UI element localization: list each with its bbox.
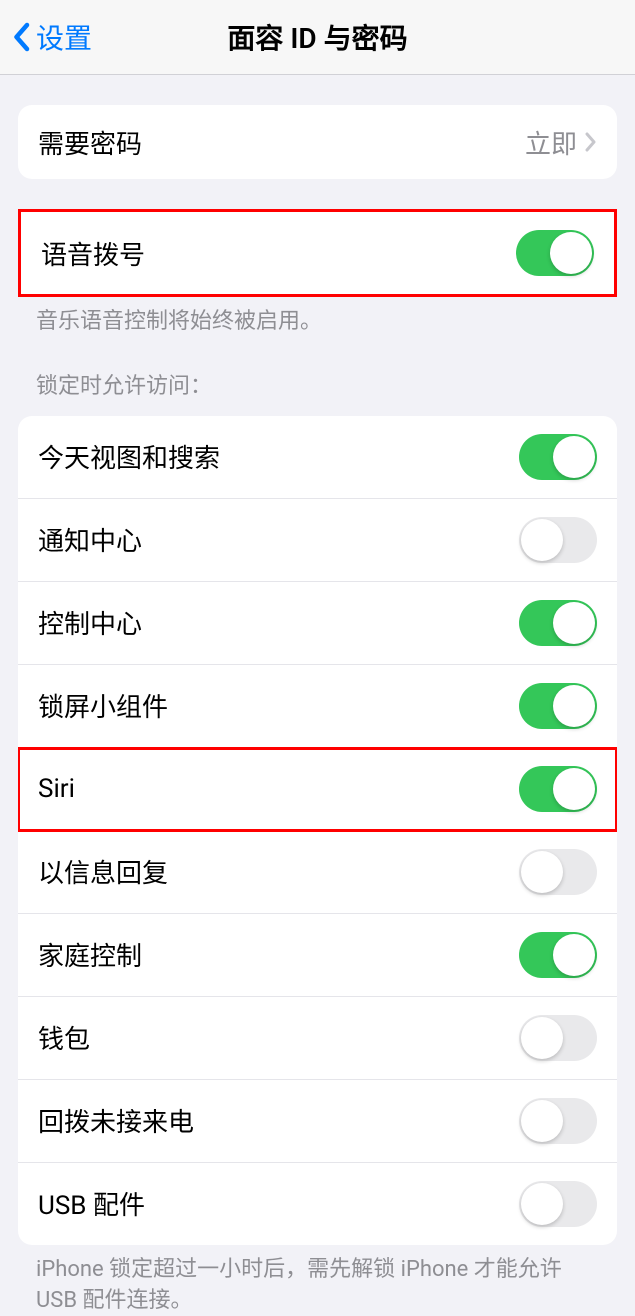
back-label: 设置 xyxy=(36,17,92,57)
voice-dial-footer: 音乐语音控制将始终被启用。 xyxy=(0,297,635,338)
control-center-row: 控制中心 xyxy=(18,582,617,665)
usb-accessories-footer: iPhone 锁定超过一小时后，需先解锁 iPhone 才能允许USB 配件连接… xyxy=(0,1245,635,1316)
home-control-row: 家庭控制 xyxy=(18,914,617,997)
notification-center-toggle[interactable] xyxy=(519,517,597,563)
return-missed-calls-toggle[interactable] xyxy=(519,1098,597,1144)
wallet-label: 钱包 xyxy=(38,1019,90,1056)
today-view-row: 今天视图和搜索 xyxy=(18,416,617,499)
require-passcode-value: 立即 xyxy=(525,124,577,161)
home-control-toggle[interactable] xyxy=(519,932,597,978)
siri-row: Siri xyxy=(18,748,617,831)
voice-dial-label: 语音拨号 xyxy=(41,235,145,272)
back-button[interactable]: 设置 xyxy=(12,17,92,57)
home-control-label: 家庭控制 xyxy=(38,936,142,973)
page-title: 面容 ID 与密码 xyxy=(227,17,407,57)
navigation-header: 设置 面容 ID 与密码 xyxy=(0,0,635,75)
voice-dial-section: 语音拨号 xyxy=(18,209,617,297)
lock-screen-widgets-toggle[interactable] xyxy=(519,683,597,729)
wallet-row: 钱包 xyxy=(18,997,617,1080)
notification-center-row: 通知中心 xyxy=(18,499,617,582)
control-center-toggle[interactable] xyxy=(519,600,597,646)
siri-label: Siri xyxy=(38,774,75,804)
notification-center-label: 通知中心 xyxy=(38,521,142,558)
today-view-toggle[interactable] xyxy=(519,434,597,480)
usb-accessories-toggle[interactable] xyxy=(519,1181,597,1227)
return-missed-calls-row: 回拨未接来电 xyxy=(18,1080,617,1163)
chevron-left-icon xyxy=(12,22,30,52)
voice-dial-row: 语音拨号 xyxy=(21,212,614,294)
voice-dial-toggle[interactable] xyxy=(516,230,594,276)
locked-access-section: 今天视图和搜索 通知中心 控制中心 锁屏小组件 Siri 以信息回复 家庭控制 xyxy=(18,416,617,1245)
chevron-right-icon xyxy=(585,132,597,152)
require-passcode-row[interactable]: 需要密码 立即 xyxy=(18,105,617,179)
wallet-toggle[interactable] xyxy=(519,1015,597,1061)
reply-with-message-row: 以信息回复 xyxy=(18,831,617,914)
return-missed-calls-label: 回拨未接来电 xyxy=(38,1102,194,1139)
siri-toggle[interactable] xyxy=(519,766,597,812)
require-passcode-label: 需要密码 xyxy=(38,124,142,161)
usb-accessories-label: USB 配件 xyxy=(38,1185,145,1222)
usb-accessories-row: USB 配件 xyxy=(18,1163,617,1245)
lock-screen-widgets-label: 锁屏小组件 xyxy=(38,687,168,724)
require-passcode-section: 需要密码 立即 xyxy=(18,105,617,179)
locked-access-header: 锁定时允许访问： xyxy=(0,338,635,410)
reply-with-message-label: 以信息回复 xyxy=(38,853,168,890)
reply-with-message-toggle[interactable] xyxy=(519,849,597,895)
control-center-label: 控制中心 xyxy=(38,604,142,641)
today-view-label: 今天视图和搜索 xyxy=(38,438,220,475)
lock-screen-widgets-row: 锁屏小组件 xyxy=(18,665,617,748)
